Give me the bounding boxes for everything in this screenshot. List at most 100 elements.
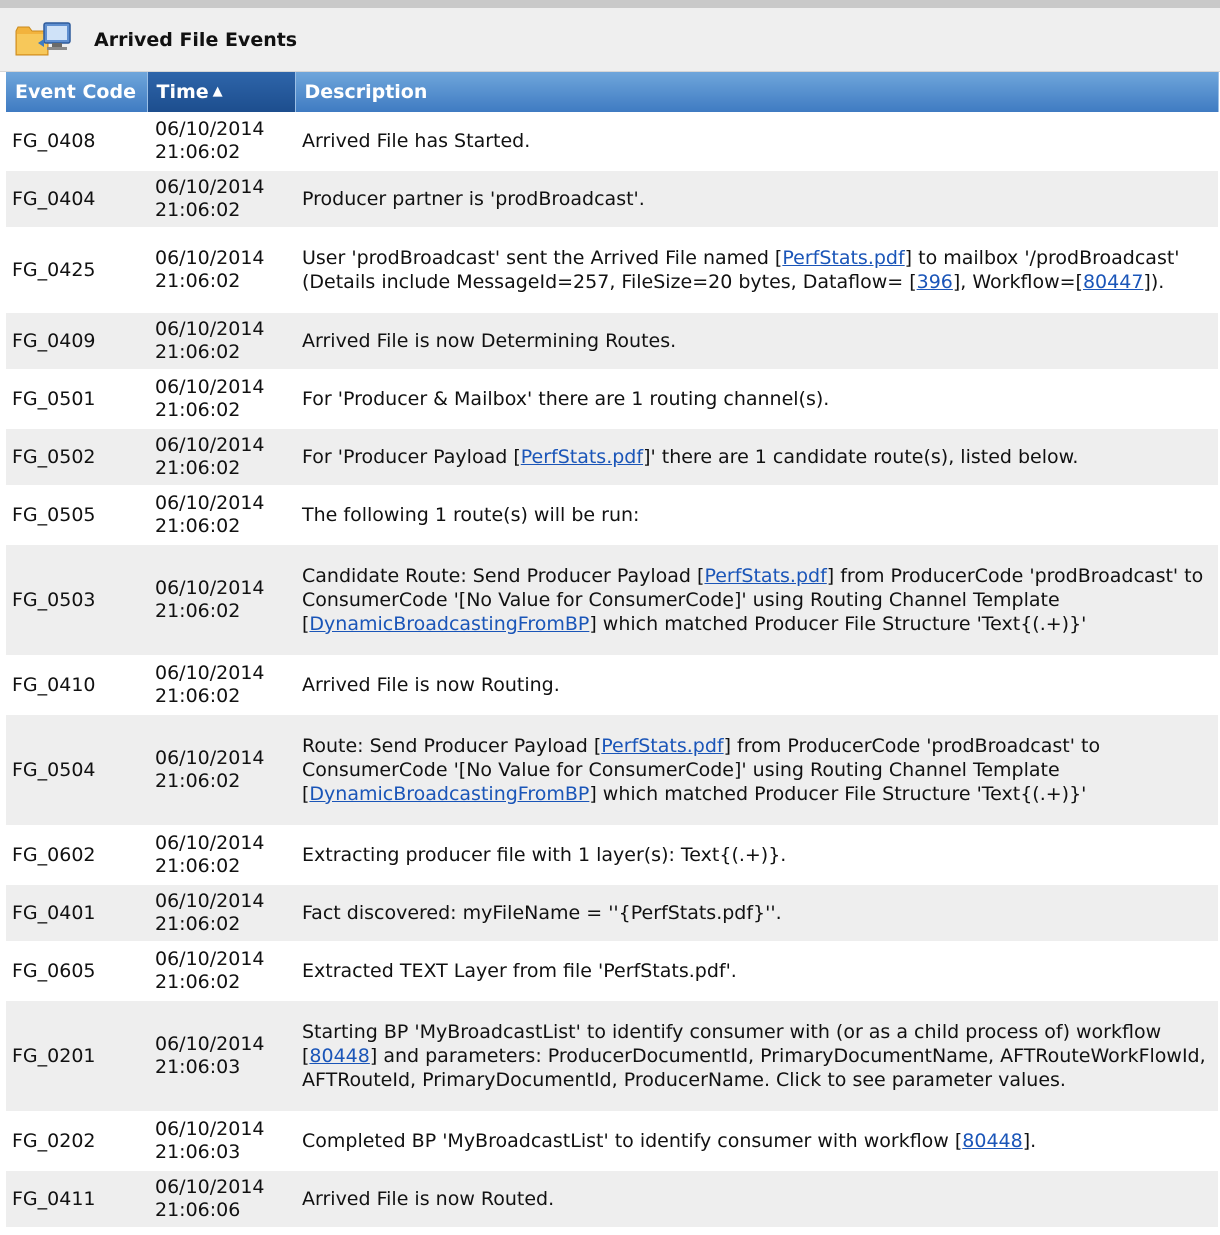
panel-header: Arrived File Events [0,8,1220,72]
description-link[interactable]: DynamicBroadcastingFromBP [309,783,589,805]
event-time: 21:06:06 [155,1199,241,1221]
description-cell: Arrived File has Started. [295,112,1218,171]
time-cell: 06/10/2014 21:06:02 [147,112,295,171]
event-date: 06/10/2014 [155,1176,265,1198]
table-row: FG_0411 06/10/2014 21:06:06 Arrived File is… [6,1170,1218,1229]
time-cell: 06/10/2014 21:06:02 [147,714,295,827]
time-cell: 06/10/2014 21:06:02 [147,370,295,429]
event-code-cell: FG_0410 [6,656,147,715]
description-link[interactable]: PerfStats.pdf [601,735,723,757]
event-time: 21:06:02 [155,515,241,537]
sort-ascending-icon: ▲ [212,84,223,99]
event-code-cell: FG_0404 [6,170,147,229]
description-text: The following 1 route(s) will be run: [302,504,640,526]
panel-title: Arrived File Events [94,28,298,51]
description-text: ], Workflow=[ [952,271,1083,293]
table-row: FG_0501 06/10/2014 21:06:02 For 'Producer &… [6,370,1218,429]
description-cell: Completed BP 'MyBroadcastList' to identi… [295,1112,1218,1171]
description-link[interactable]: DynamicBroadcastingFromBP [309,613,589,635]
time-cell: 06/10/2014 21:06:02 [147,656,295,715]
event-time: 21:06:02 [155,399,241,421]
event-code-cell: FG_0501 [6,370,147,429]
event-code-cell: FG_0504 [6,714,147,827]
table-row: FG_0409 06/10/2014 21:06:02 Arrived File is… [6,312,1218,371]
description-text: For 'Producer & Mailbox' there are 1 rou… [302,388,830,410]
event-code-cell: FG_0425 [6,228,147,313]
event-code-cell: FG_0411 [6,1170,147,1229]
description-text: For 'Producer Payload [ [302,446,521,468]
description-text: ]). [1143,271,1165,293]
description-text: Extracting producer file with 1 layer(s)… [302,844,787,866]
description-text: Arrived File is now Determining Routes. [302,330,677,352]
table-row: FG_0410 06/10/2014 21:06:02 Arrived File is… [6,656,1218,715]
description-link[interactable]: PerfStats.pdf [782,247,904,269]
description-text: ] which matched Producer File Structure … [589,613,1087,635]
table-row: FG_0404 06/10/2014 21:06:02 Producer partne… [6,170,1218,229]
column-header-event-code[interactable]: Event Code [6,72,148,112]
event-date: 06/10/2014 [155,577,265,599]
event-date: 06/10/2014 [155,176,265,198]
description-text: Candidate Route: Send Producer Payload [ [302,565,705,587]
events-table: Event Code Time ▲ Description FG_0408 06/1… [6,72,1219,1229]
event-time: 21:06:02 [155,140,241,163]
description-link[interactable]: PerfStats.pdf [704,565,826,587]
event-code-cell: FG_0503 [6,544,147,657]
description-link[interactable]: 80448 [962,1130,1022,1152]
description-link[interactable]: 80448 [309,1045,369,1067]
description-text: Producer partner is 'prodBroadcast'. [302,188,645,210]
time-cell: 06/10/2014 21:06:02 [147,486,295,545]
description-cell: Extracting producer file with 1 layer(s)… [295,826,1218,885]
event-date: 06/10/2014 [155,832,265,854]
description-link[interactable]: 80447 [1083,271,1143,293]
event-date: 06/10/2014 [155,948,265,970]
description-text: ]. [1022,1130,1037,1152]
event-code-cell: FG_0202 [6,1112,147,1171]
table-row: FG_0605 06/10/2014 21:06:02 Extracted TEXT … [6,942,1218,1001]
event-code-cell: FG_0401 [6,884,147,943]
event-date: 06/10/2014 [155,747,265,769]
description-text: Completed BP 'MyBroadcastList' to identi… [302,1130,963,1152]
table-row: FG_0602 06/10/2014 21:06:02 Extracting prod… [6,826,1218,885]
top-border [0,0,1220,8]
description-link[interactable]: PerfStats.pdf [521,446,643,468]
folder-transfer-icon [15,21,71,55]
event-date: 06/10/2014 [155,1118,265,1140]
event-date: 06/10/2014 [155,662,265,684]
event-code-cell: FG_0502 [6,428,147,487]
table-row: FG_0425 06/10/2014 21:06:02 User 'prodBroad… [6,228,1218,313]
description-cell: Extracted TEXT Layer from file 'PerfStat… [295,942,1218,1001]
table-row: FG_0201 06/10/2014 21:06:03 Starting BP 'My… [6,1000,1218,1113]
time-cell: 06/10/2014 21:06:02 [147,826,295,885]
description-cell: User 'prodBroadcast' sent the Arrived Fi… [295,228,1218,313]
table-row: FG_0505 06/10/2014 21:06:02 The following 1… [6,486,1218,545]
event-time: 21:06:02 [155,770,241,792]
column-header-time[interactable]: Time ▲ [147,72,296,112]
event-time: 21:06:02 [155,600,241,622]
event-time: 21:06:03 [155,1056,241,1078]
description-cell: The following 1 route(s) will be run: [295,486,1218,545]
event-time: 21:06:02 [155,341,241,363]
description-cell: Fact discovered: myFileName = ''{PerfSta… [295,884,1218,943]
column-header-description[interactable]: Description [295,72,1219,112]
description-text: Arrived File has Started. [302,129,531,152]
event-date: 06/10/2014 [155,376,265,398]
description-cell: Arrived File is now Determining Routes. [295,312,1218,371]
event-code-cell: FG_0408 [6,112,147,171]
event-date: 06/10/2014 [155,117,265,140]
time-cell: 06/10/2014 21:06:03 [147,1000,295,1113]
time-cell: 06/10/2014 21:06:02 [147,942,295,1001]
time-cell: 06/10/2014 21:06:06 [147,1170,295,1229]
event-code-cell: FG_0201 [6,1000,147,1113]
description-cell: Starting BP 'MyBroadcastList' to identif… [295,1000,1218,1113]
event-date: 06/10/2014 [155,1033,265,1055]
description-link[interactable]: 396 [917,271,953,293]
time-cell: 06/10/2014 21:06:02 [147,884,295,943]
event-code-cell: FG_0602 [6,826,147,885]
event-date: 06/10/2014 [155,434,265,456]
description-text: Route: Send Producer Payload [ [302,735,602,757]
event-time: 21:06:02 [155,199,241,221]
description-text: ] which matched Producer File Structure … [589,783,1087,805]
description-cell: Route: Send Producer Payload [PerfStats.… [295,714,1218,827]
description-cell: For 'Producer & Mailbox' there are 1 rou… [295,370,1218,429]
event-time: 21:06:03 [155,1141,241,1163]
